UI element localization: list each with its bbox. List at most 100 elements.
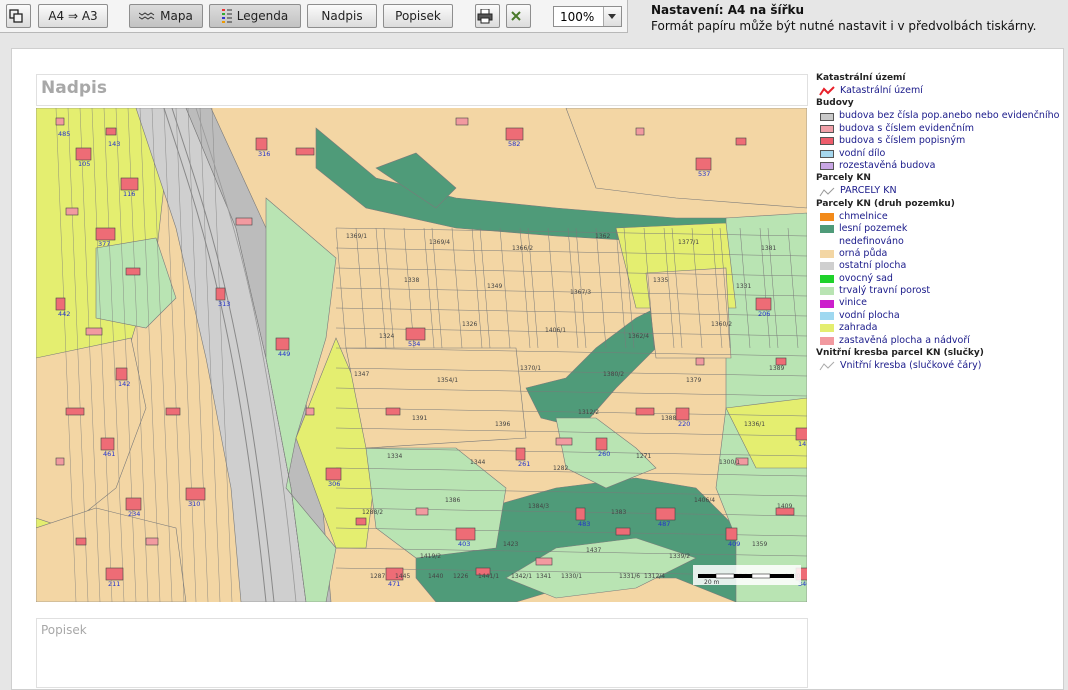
building (215, 287, 226, 301)
parcel-number-label: 1391 (412, 415, 427, 422)
legend-item-label: lesní pozemek (839, 223, 908, 235)
building (115, 367, 128, 381)
map-canvas[interactable]: 1369/1 1369/4 1366/2 1362 1377/1 1381 1338 1349… (36, 108, 807, 602)
building (145, 537, 159, 546)
building (695, 157, 712, 171)
parcel-number-label: 1423 (503, 541, 518, 548)
copy-button[interactable] (6, 4, 31, 28)
legend-item: vodní plocha (816, 310, 1056, 322)
parcel-number-label: 1369/4 (429, 239, 450, 246)
parcel-number-label: 1331/6 (619, 573, 640, 580)
title-field[interactable]: Nadpis (36, 74, 808, 106)
building (505, 127, 524, 141)
map-toggle-button[interactable]: Mapa (129, 4, 203, 28)
building (65, 407, 85, 416)
legend-section-heading: Budovy (816, 98, 854, 109)
legend-item: zastavěná plocha a nádvoří (816, 335, 1056, 347)
building (675, 407, 690, 421)
close-button[interactable] (506, 4, 531, 28)
legend-item-label: Vnitřní kresba (slučkové čáry) (840, 360, 982, 372)
building (55, 297, 66, 311)
cadastral-map[interactable]: 1369/1 1369/4 1366/2 1362 1377/1 1381 1338 1349… (36, 108, 807, 602)
building (120, 177, 139, 191)
parcel-number-label: 1360/2 (711, 321, 732, 328)
building (655, 507, 676, 521)
parcel-number-label: 1362/4 (628, 333, 649, 340)
parcel-line (383, 227, 395, 349)
legend-swatch (820, 312, 834, 321)
parcel-number-label: 1440 (428, 573, 443, 580)
legend-swatch (820, 250, 834, 259)
building (85, 327, 103, 336)
caption-field[interactable]: Popisek (36, 618, 808, 688)
caption-placeholder: Popisek (41, 623, 87, 637)
legend-toggle-button[interactable]: Legenda (209, 4, 301, 28)
house-number-label: 261 (518, 460, 530, 468)
legend-item-label: orná půda (839, 247, 888, 259)
legend-swatch (820, 324, 834, 333)
house-number-label: 145 (798, 440, 807, 448)
legend-item: zahrada (816, 322, 1056, 334)
house-number-label: 485 (58, 130, 70, 138)
building (95, 227, 116, 241)
parcel-number-label: 1445 (395, 573, 410, 580)
house-number-label: 461 (103, 450, 115, 458)
zoom-select[interactable]: 100% (553, 6, 622, 27)
parcel-line (355, 227, 367, 349)
parcel-number-label: 1300/1 (719, 459, 740, 466)
legend-item-label: chmelnice (839, 210, 888, 222)
parcel-number-label: 1226 (453, 573, 468, 580)
legend-swatch (820, 137, 834, 146)
building (55, 117, 65, 126)
legend-section-heading: Vnitřní kresba parcel KN (slučky) (816, 348, 984, 359)
building (775, 357, 787, 366)
legend-item-label: Katastrální území (840, 85, 923, 96)
parcel-number-label: 1330/1 (561, 573, 582, 580)
paper-format-button[interactable]: A4 ⇒ A3 (38, 4, 108, 28)
house-number-label: 211 (108, 580, 120, 588)
building (725, 527, 738, 541)
parcel-line (567, 227, 579, 349)
parcel-number-label: 1367/3 (570, 289, 591, 296)
house-number-label: 220 (678, 420, 690, 428)
parcel-number-label: 1342/1 (511, 573, 532, 580)
building (275, 337, 290, 351)
house-number-label: 471 (388, 580, 400, 588)
legend-item-label: vodní plocha (839, 309, 900, 321)
legend-item-label: trvalý travní porost (839, 285, 931, 297)
legend-item-label: ovocný sad (839, 272, 893, 284)
building (635, 127, 645, 136)
parcel-number-label: 1362 (595, 233, 610, 240)
legend-swatch (820, 262, 834, 271)
legend-item: Katastrální území (816, 85, 1056, 97)
chevron-down-icon[interactable] (603, 7, 621, 26)
parcel-number-label: 1381 (761, 245, 776, 252)
parcel-number-label: 1338 (404, 277, 419, 284)
house-number-label: 483 (578, 520, 590, 528)
parcel-number-label: 1406/1 (545, 327, 566, 334)
legend-item: orná půda (816, 248, 1056, 260)
house-number-label: 310 (188, 500, 200, 508)
parcel-number-label: 1359 (752, 541, 767, 548)
building (385, 407, 401, 416)
close-icon (511, 11, 521, 21)
parcel-number-label: 1271 (636, 453, 651, 460)
building (235, 217, 253, 226)
house-number-label: 105 (78, 160, 90, 168)
building (105, 127, 117, 136)
building (125, 497, 142, 511)
legend-item-label: nedefinováno (839, 235, 904, 247)
legend-item-label: vodní dílo (839, 147, 886, 159)
title-toggle-button[interactable]: Nadpis (307, 4, 377, 28)
building (555, 437, 573, 446)
parcel-line (375, 227, 387, 349)
legend-item: budova s číslem evidenčním (816, 123, 1056, 135)
building (55, 457, 65, 466)
building (415, 507, 429, 516)
print-toolbar: A4 ⇒ A3 Mapa Legenda Nadpis Popisek 100% (0, 0, 628, 33)
legend-swatch (820, 162, 834, 171)
print-button[interactable] (475, 4, 500, 28)
caption-toggle-button[interactable]: Popisek (383, 4, 453, 28)
legend-item: PARCELY KN (816, 185, 1056, 197)
legend-swatch (820, 287, 834, 296)
